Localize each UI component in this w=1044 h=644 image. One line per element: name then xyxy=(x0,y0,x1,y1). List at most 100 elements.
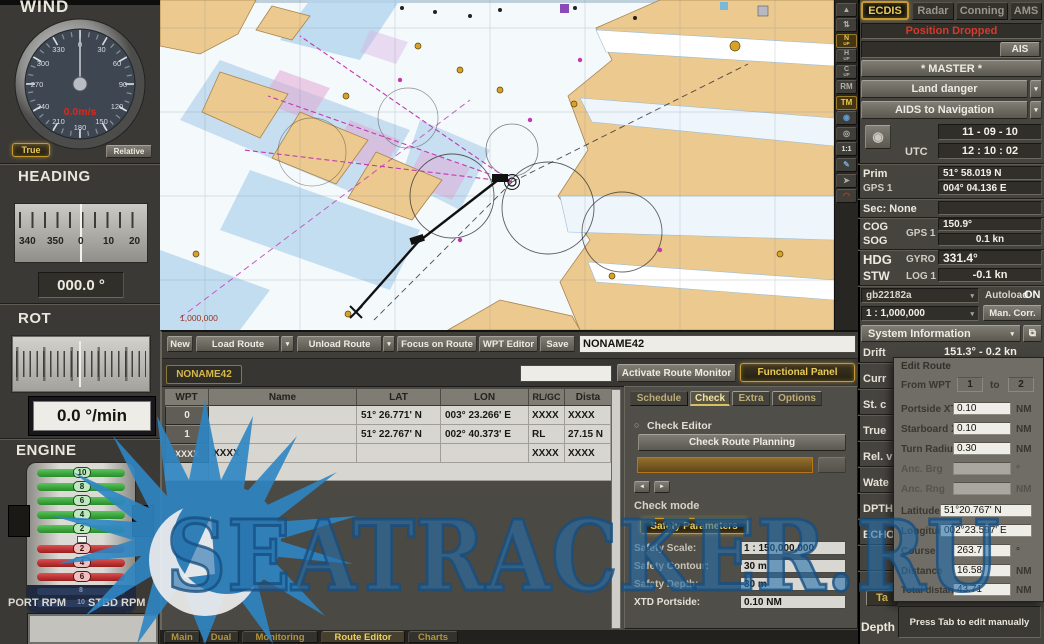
table-scrollbar[interactable] xyxy=(611,389,621,629)
longitude-field[interactable]: 002°23.597' E xyxy=(940,524,1032,537)
tab-schedule[interactable]: Schedule xyxy=(630,391,688,406)
tab-options[interactable]: Options xyxy=(772,391,822,406)
route-icon[interactable]: ▲ xyxy=(836,3,857,17)
lat-cell[interactable]: 51° 26.771' N xyxy=(357,406,441,425)
safety-depth-value[interactable]: 30 m xyxy=(740,577,846,591)
load-route-dropdown[interactable]: ▾ xyxy=(281,336,294,352)
wind-relative-button[interactable]: Relative xyxy=(106,145,152,158)
safety-scale-value[interactable]: 1 : 150,000,000 xyxy=(740,541,846,555)
ais-button[interactable]: AIS xyxy=(1000,42,1040,57)
check-route-planning-button[interactable]: Check Route Planning xyxy=(638,434,846,451)
distance-field[interactable]: 16.58 xyxy=(953,564,1011,577)
focus-on-route-button[interactable]: Focus on Route xyxy=(397,336,477,352)
lat-cell[interactable]: 51° 22.767' N xyxy=(357,425,441,444)
tab-check[interactable]: Check xyxy=(690,391,730,406)
load-route-button[interactable]: Load Route xyxy=(196,336,280,352)
table-row[interactable]: 0 51° 26.771' N 003° 23.266' E XXXX XXXX xyxy=(165,406,611,425)
aids-to-navigation-button[interactable]: AIDS to Navigation xyxy=(861,101,1028,119)
to-wpt-field[interactable]: 2 xyxy=(1008,377,1034,392)
camera-icon-button[interactable]: ◉ xyxy=(865,125,891,149)
save-route-button[interactable]: Save xyxy=(540,336,575,352)
name-cell[interactable]: XXXX xyxy=(209,444,357,463)
dist-cell[interactable]: 27.15 N xyxy=(565,425,611,444)
check-editor-radio[interactable]: ○ xyxy=(634,420,639,430)
table-row[interactable]: XXXX XXXX XXXX XXXX xyxy=(165,444,611,463)
updown-arrows-icon[interactable]: ⇅ xyxy=(836,18,857,32)
alert-position-dropped[interactable]: Position Dropped xyxy=(861,23,1042,39)
master-button[interactable]: * MASTER * xyxy=(861,60,1042,77)
xtd-portside-value[interactable]: 0.10 NM xyxy=(740,595,846,609)
man-corr-button[interactable]: Man. Corr. xyxy=(983,305,1042,321)
check-progress-side-button[interactable] xyxy=(818,457,846,473)
next-check-button[interactable]: ► xyxy=(654,481,670,493)
tab-conning[interactable]: Conning xyxy=(956,2,1008,20)
name-cell[interactable] xyxy=(209,406,357,425)
lon-cell[interactable]: 003° 23.266' E xyxy=(441,406,529,425)
land-danger-button[interactable]: Land danger xyxy=(861,80,1028,98)
col-header-name[interactable]: Name xyxy=(209,389,357,406)
lon-cell[interactable] xyxy=(441,444,529,463)
portside-xtd-field[interactable]: 0.10 xyxy=(953,402,1011,415)
system-panel-icon-button[interactable]: ⧉ xyxy=(1023,325,1042,342)
tab-ecdis[interactable]: ECDIS xyxy=(861,1,909,20)
table-row[interactable]: 1 51° 22.767' N 002° 40.373' E RL 27.15 … xyxy=(165,425,611,444)
select-cursor-button[interactable]: ➤ xyxy=(836,174,857,188)
prev-check-button[interactable]: ◄ xyxy=(634,481,650,493)
range-ring-button[interactable]: ◎ xyxy=(836,127,857,141)
route-comment-field[interactable] xyxy=(520,365,612,382)
scale-1to1-button[interactable]: 1:1 xyxy=(836,142,857,156)
system-information-button[interactable]: System Information ▾ xyxy=(861,325,1021,342)
land-danger-dropdown[interactable]: ▾ xyxy=(1030,80,1042,98)
rlgc-cell[interactable]: XXXX xyxy=(529,406,565,425)
tab-monitoring[interactable]: Monitoring xyxy=(242,631,318,643)
turn-radius-field[interactable]: 0.30 xyxy=(953,442,1011,455)
rlgc-cell[interactable]: XXXX xyxy=(529,444,565,463)
from-wpt-field[interactable]: 1 xyxy=(957,377,983,392)
dist-cell[interactable]: XXXX xyxy=(565,406,611,425)
starboard-xtd-field[interactable]: 0.10 xyxy=(953,422,1011,435)
unload-route-button[interactable]: Unload Route xyxy=(297,336,382,352)
tab-ams[interactable]: AMS xyxy=(1010,2,1042,20)
tab-radar[interactable]: Radar xyxy=(912,2,954,20)
wind-true-button[interactable]: True xyxy=(12,143,50,157)
new-route-button[interactable]: New xyxy=(167,336,193,352)
autoload-state[interactable]: ON xyxy=(1024,289,1041,301)
tab-route-editor[interactable]: Route Editor xyxy=(321,631,405,643)
activate-route-monitor-button[interactable]: Activate Route Monitor xyxy=(617,364,736,382)
tab-main[interactable]: Main xyxy=(164,631,200,643)
nautical-chart[interactable]: 1,000,000 xyxy=(160,0,834,330)
route-tab-noname42[interactable]: NONAME42 xyxy=(166,365,242,384)
tab-charts[interactable]: Charts xyxy=(408,631,458,643)
unload-route-dropdown[interactable]: ▾ xyxy=(383,336,395,352)
safety-parameters-button[interactable]: Safety Parameters xyxy=(640,518,748,534)
lon-cell[interactable]: 002° 40.373' E xyxy=(441,425,529,444)
name-cell[interactable] xyxy=(209,425,357,444)
course-up-button[interactable]: CUP xyxy=(836,65,857,79)
latitude-field[interactable]: 51°20.767' N xyxy=(940,504,1032,517)
safety-contour-value[interactable]: 30 m xyxy=(740,559,846,573)
edit-pencil-button[interactable]: ✎ xyxy=(836,158,857,172)
functional-panel-button[interactable]: Functional Panel xyxy=(740,363,855,382)
chart-id-select[interactable]: gb22182a ▾ xyxy=(861,288,979,303)
tab-extra[interactable]: Extra xyxy=(732,391,770,406)
aids-to-navigation-dropdown[interactable]: ▾ xyxy=(1030,101,1042,119)
col-header-dist[interactable]: Dista xyxy=(565,389,611,406)
center-on-ship-button[interactable]: ◉ xyxy=(836,111,857,125)
col-header-lon[interactable]: LON xyxy=(441,389,529,406)
col-header-rlgc[interactable]: RL/GC xyxy=(529,389,565,406)
wpt-number-cell[interactable]: XXXX xyxy=(165,444,209,463)
true-motion-button[interactable]: TM xyxy=(836,96,857,110)
col-header-wpt[interactable]: WPT xyxy=(165,389,209,406)
col-header-lat[interactable]: LAT xyxy=(357,389,441,406)
north-up-button[interactable]: NUP xyxy=(836,34,857,48)
tab-dual[interactable]: Dual xyxy=(203,631,239,643)
chart-scale-select[interactable]: 1 : 1,000,000 ▾ xyxy=(861,306,979,321)
wpt-number-cell[interactable]: 1 xyxy=(165,425,209,444)
rlgc-cell[interactable]: RL xyxy=(529,425,565,444)
route-name-input[interactable] xyxy=(579,335,856,353)
ahead-mode-button[interactable]: ◠ xyxy=(836,189,857,203)
total-distance-field[interactable]: 43.71 xyxy=(953,583,1011,596)
wpt-editor-button[interactable]: WPT Editor xyxy=(479,336,538,352)
wpt-number-cell[interactable]: 0 xyxy=(165,406,209,425)
course-field[interactable]: 263.7 xyxy=(953,544,1011,557)
